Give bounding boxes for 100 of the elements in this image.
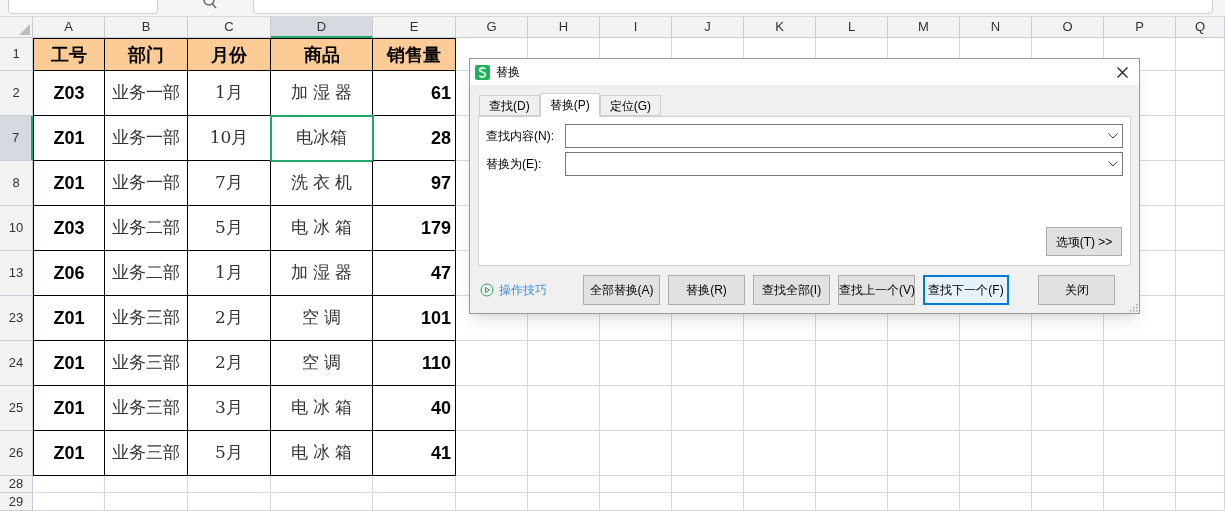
- field-label: 替换为(E):: [486, 156, 543, 173]
- row-header[interactable]: 8: [0, 161, 33, 206]
- row-header[interactable]: 10: [0, 206, 33, 251]
- empty-cell: [816, 431, 888, 476]
- tab[interactable]: 替换(P): [539, 93, 600, 117]
- column-header[interactable]: Q: [1176, 17, 1225, 38]
- dialog-button[interactable]: 全部替换(A): [583, 275, 660, 305]
- empty-cell: [528, 431, 600, 476]
- empty-cell: [456, 386, 528, 431]
- tab[interactable]: 定位(G): [599, 95, 661, 116]
- table-cell: 47: [373, 251, 456, 296]
- table-cell: 3月: [188, 386, 271, 431]
- empty-cell: [672, 431, 744, 476]
- empty-cell: [816, 341, 888, 386]
- empty-cell: [744, 341, 816, 386]
- column-heading: 商品: [271, 38, 373, 71]
- empty-cell: [1104, 341, 1176, 386]
- table-cell: Z01: [33, 386, 105, 431]
- column-header[interactable]: I: [600, 17, 672, 38]
- column-header[interactable]: K: [744, 17, 816, 38]
- empty-cell: [600, 386, 672, 431]
- table-cell: 空 调: [271, 341, 373, 386]
- empty-cell: [960, 493, 1032, 511]
- empty-cell: [1176, 206, 1225, 251]
- empty-cell: [1176, 386, 1225, 431]
- row-header[interactable]: 23: [0, 296, 33, 341]
- column-header[interactable]: A: [33, 17, 105, 38]
- table-cell: 业务二部: [105, 251, 188, 296]
- column-header[interactable]: O: [1032, 17, 1104, 38]
- row-header[interactable]: 13: [0, 251, 33, 296]
- table-cell: 洗 衣 机: [271, 161, 373, 206]
- dropdown-field[interactable]: [565, 152, 1123, 176]
- table-cell: 业务三部: [105, 341, 188, 386]
- row-header[interactable]: 7: [0, 116, 33, 161]
- row-header[interactable]: 2: [0, 71, 33, 116]
- empty-cell: [456, 341, 528, 386]
- table-cell: Z06: [33, 251, 105, 296]
- row-header[interactable]: 24: [0, 341, 33, 386]
- table-cell: Z01: [33, 341, 105, 386]
- empty-cell: [1032, 476, 1104, 493]
- empty-cell: [960, 476, 1032, 493]
- empty-cell: [960, 431, 1032, 476]
- table-cell: 业务一部: [105, 161, 188, 206]
- row-header[interactable]: 29: [0, 493, 33, 511]
- row-header[interactable]: 28: [0, 476, 33, 493]
- table-cell: 7月: [188, 161, 271, 206]
- tab[interactable]: 查找(D): [479, 95, 540, 116]
- dialog-button[interactable]: 查找下一个(F): [923, 275, 1009, 305]
- dialog-button[interactable]: 替换(R): [668, 275, 745, 305]
- empty-cell: [1032, 341, 1104, 386]
- table-cell: 电 冰 箱: [271, 386, 373, 431]
- table-cell: 空 调: [271, 296, 373, 341]
- close-icon[interactable]: [1117, 66, 1128, 78]
- formula-field[interactable]: [253, 0, 1213, 14]
- column-header[interactable]: E: [373, 17, 456, 38]
- empty-cell: [528, 493, 600, 511]
- chevron-down-icon[interactable]: [1108, 133, 1118, 139]
- column-header[interactable]: M: [888, 17, 960, 38]
- table-cell: Z01: [33, 116, 105, 161]
- empty-cell: [888, 386, 960, 431]
- search-icon: [203, 0, 217, 9]
- table-cell: 电 冰 箱: [271, 431, 373, 476]
- table-cell: 41: [373, 431, 456, 476]
- column-header[interactable]: N: [960, 17, 1032, 38]
- column-heading: 部门: [105, 38, 188, 71]
- play-circle-icon: [480, 283, 494, 297]
- empty-cell: [744, 431, 816, 476]
- column-header[interactable]: P: [1104, 17, 1176, 38]
- row-header[interactable]: 1: [0, 38, 33, 71]
- table-cell: 2月: [188, 341, 271, 386]
- column-header[interactable]: B: [105, 17, 188, 38]
- column-header[interactable]: G: [456, 17, 528, 38]
- chevron-down-icon[interactable]: [1108, 161, 1118, 167]
- field-label: 查找内容(N):: [486, 128, 555, 145]
- row-header[interactable]: 26: [0, 431, 33, 476]
- empty-cell: [1176, 71, 1225, 116]
- empty-cell: [672, 476, 744, 493]
- empty-cell: [1176, 341, 1225, 386]
- dialog-button[interactable]: 查找全部(I): [753, 275, 830, 305]
- table-cell: 加 湿 器: [271, 71, 373, 116]
- column-header[interactable]: L: [816, 17, 888, 38]
- row-header[interactable]: 25: [0, 386, 33, 431]
- table-cell: 10月: [188, 116, 271, 161]
- close-button[interactable]: 关闭: [1038, 275, 1115, 305]
- dialog-button[interactable]: 查找上一个(V): [838, 275, 915, 305]
- column-header[interactable]: H: [528, 17, 600, 38]
- column-header[interactable]: D: [271, 17, 373, 38]
- table-cell: 179: [373, 206, 456, 251]
- column-header[interactable]: J: [672, 17, 744, 38]
- empty-cell: [1176, 296, 1225, 341]
- dropdown-field[interactable]: [565, 124, 1123, 148]
- table-cell: 40: [373, 386, 456, 431]
- table-cell: 5月: [188, 431, 271, 476]
- column-header[interactable]: C: [188, 17, 271, 38]
- options-button[interactable]: 选项(T) >>: [1046, 227, 1122, 256]
- empty-cell: [744, 386, 816, 431]
- table-cell: 电 冰 箱: [271, 206, 373, 251]
- table-cell: 业务一部: [105, 116, 188, 161]
- resize-grip-icon: [1130, 304, 1138, 312]
- empty-cell: [456, 493, 528, 511]
